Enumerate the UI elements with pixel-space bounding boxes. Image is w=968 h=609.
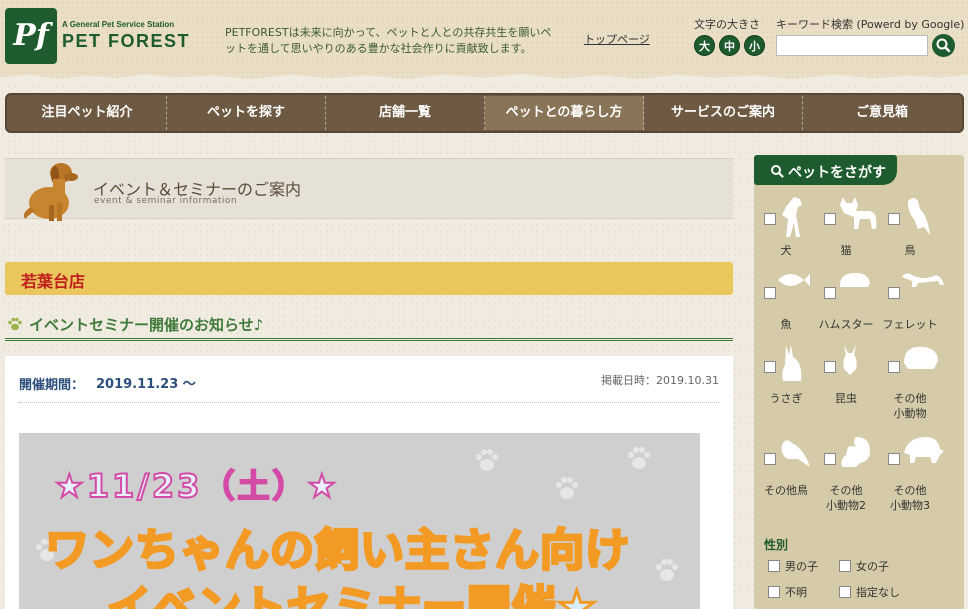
small-animal-2-checkbox[interactable] [824, 453, 836, 465]
gender-title: 性別 [764, 538, 789, 552]
font-size-large-button[interactable]: 大 [694, 35, 715, 56]
posted-date: 掲載日時：2019.10.31 [601, 374, 719, 387]
gender-option-male[interactable]: 男の子 [768, 558, 818, 574]
pet-filter-cat[interactable]: 猫 [814, 155, 878, 257]
dog-illustration-icon [23, 163, 78, 221]
any-checkbox[interactable] [839, 586, 851, 598]
squirrel-icon [841, 437, 870, 467]
pet-filter-other-bird[interactable]: その他鳥 [754, 395, 818, 497]
search-button[interactable] [932, 34, 955, 57]
pet-filter-fish[interactable]: 魚 [754, 229, 818, 331]
search-label: キーワード検索 (Powerd by Google) [776, 18, 965, 31]
cat-icon [840, 197, 877, 229]
pet-filter-ferret[interactable]: フェレット [878, 229, 944, 331]
font-size-label: 文字の大きさ [694, 18, 760, 31]
female-checkbox[interactable] [839, 560, 851, 572]
pet-filter-small-animal[interactable]: その他 小動物 [878, 303, 942, 420]
page-subtitle: event & seminar information [94, 196, 238, 206]
global-nav: 注目ペット紹介 ペットを探す 店舗一覧 ペットとの暮らし方 サービスのご案内 ご… [5, 93, 964, 133]
logo-mark[interactable]: Pf [5, 8, 57, 64]
ferret-icon [902, 273, 944, 287]
rabbit-icon [782, 345, 802, 381]
nav-feedback[interactable]: ご意見箱 [803, 96, 961, 130]
event-banner-image: ★11/23（土）★ ワンちゃんの飼い主さん向け イベントセミナー開催★ [19, 433, 700, 609]
small-animal-icon [904, 346, 938, 369]
banner-date-text: ★11/23（土）★ [54, 466, 340, 506]
nav-store-list[interactable]: 店舗一覧 [326, 96, 485, 130]
unknown-checkbox[interactable] [768, 586, 780, 598]
pet-filter-small-animal-3[interactable]: その他 小動物3 [878, 395, 944, 512]
cat-checkbox[interactable] [824, 213, 836, 225]
pet-filter-dog[interactable]: 犬 [754, 155, 818, 257]
period-value: 2019.11.23 ～ [96, 377, 196, 392]
site-tagline: PETFORESTは未来に向かって、ペットと人との共存共生を願いペットを通して思… [225, 26, 552, 55]
section-title: イベントセミナー開催のお知らせ♪ [29, 316, 264, 334]
fish-icon [778, 274, 810, 286]
insect-icon [843, 345, 857, 375]
pet-filter-small-animal-2[interactable]: その他 小動物2 [814, 395, 878, 512]
site-header: Pf A General Pet Service Station PET FOR… [0, 0, 968, 80]
other-bird-checkbox[interactable] [764, 453, 776, 465]
top-page-link[interactable]: トップページ [584, 31, 650, 47]
rabbit-checkbox[interactable] [764, 361, 776, 373]
store-name-bar: 若葉台店 [5, 262, 733, 295]
dog-checkbox[interactable] [764, 213, 776, 225]
unknown-label: 不明 [785, 586, 807, 599]
male-label: 男の子 [785, 560, 818, 573]
female-label: 女の子 [856, 560, 889, 573]
nav-featured-pets[interactable]: 注目ペット紹介 [8, 96, 167, 130]
insect-checkbox[interactable] [824, 361, 836, 373]
any-label: 指定なし [856, 586, 900, 599]
font-size-small-button[interactable]: 小 [744, 35, 765, 56]
pet-filter-hamster[interactable]: ハムスター [814, 229, 878, 331]
banner-headline-1: ワンちゃんの飼い主さん向け [44, 524, 631, 578]
turtle-icon [904, 437, 944, 463]
section-heading: イベントセミナー開催のお知らせ♪ [5, 309, 733, 341]
gender-option-any[interactable]: 指定なし [839, 584, 900, 600]
nav-services[interactable]: サービスのご案内 [644, 96, 803, 130]
pet-search-sidebar: ペットをさがす 犬 猫 鳥 魚 ハムスター フェレット うさぎ 昆虫 その他 小… [754, 155, 964, 609]
hamster-checkbox[interactable] [824, 287, 836, 299]
logo-name[interactable]: PET FOREST [62, 31, 190, 52]
article-card: 開催期間： 2019.11.23 ～ 掲載日時：2019.10.31 ★11/2… [5, 356, 733, 609]
store-name: 若葉台店 [21, 272, 86, 291]
fish-checkbox[interactable] [764, 287, 776, 299]
small-animal-3-label: その他 小動物3 [890, 484, 930, 512]
pet-filter-bird[interactable]: 鳥 [878, 155, 942, 257]
divider [19, 402, 719, 403]
pet-filter-rabbit[interactable]: うさぎ [754, 303, 818, 405]
other-bird-icon [781, 440, 810, 467]
gender-option-female[interactable]: 女の子 [839, 558, 889, 574]
bird-checkbox[interactable] [888, 213, 900, 225]
male-checkbox[interactable] [768, 560, 780, 572]
banner-headline-2: イベントセミナー開催★ [105, 581, 598, 609]
hamster-icon [840, 273, 870, 287]
ferret-checkbox[interactable] [888, 287, 900, 299]
nav-living-with-pets[interactable]: ペットとの暮らし方 [485, 96, 644, 130]
font-size-medium-button[interactable]: 中 [719, 35, 740, 56]
small-animal-3-checkbox[interactable] [888, 453, 900, 465]
small-animal-checkbox[interactable] [888, 361, 900, 373]
page-title-banner: イベント＆セミナーのご案内 event & seminar informatio… [5, 158, 733, 221]
logo-tagline: A General Pet Service Station [62, 20, 175, 29]
other-bird-label: その他鳥 [764, 484, 808, 497]
paw-icon [8, 317, 22, 331]
search-icon [936, 38, 951, 53]
small-animal-2-label: その他 小動物2 [826, 484, 866, 512]
gender-option-unknown[interactable]: 不明 [768, 584, 807, 600]
search-input[interactable] [776, 35, 928, 56]
nav-find-pets[interactable]: ペットを探す [167, 96, 326, 130]
pet-filter-insect[interactable]: 昆虫 [814, 303, 878, 405]
period-label: 開催期間： [19, 378, 85, 393]
